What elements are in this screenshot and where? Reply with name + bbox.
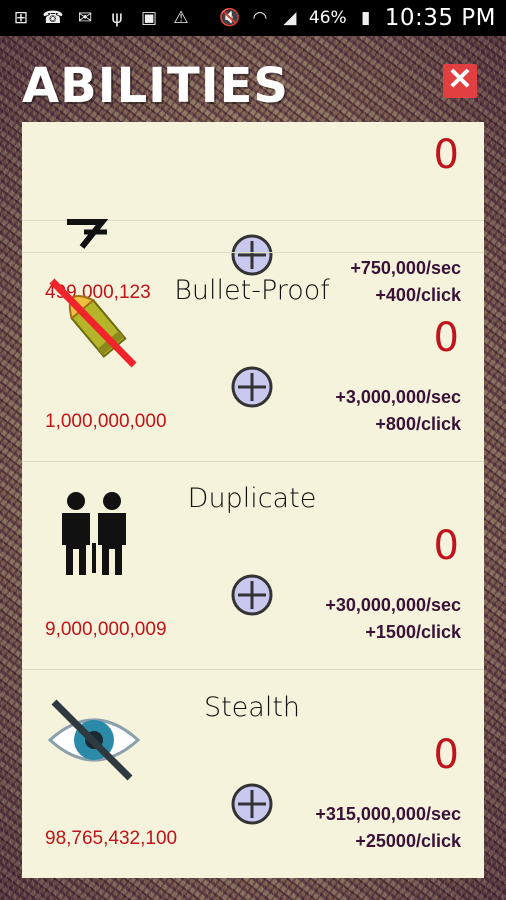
status-bar: ⊞ ☎ ✉ ψ ▣ ⚠ 🔇 ◠ ◢ 46% ▮ 10:35 PM: [0, 0, 506, 36]
battery-charging-icon: ▮: [361, 8, 371, 28]
add-ability-button[interactable]: [231, 366, 273, 408]
ability-row: Duplicate 0 9,000,000,009 +30,000,000/se…: [22, 461, 484, 670]
signal-icon: ◢: [283, 8, 297, 28]
abilities-list[interactable]: 0 499,000,123 +750,000/sec +400/click Bu…: [22, 122, 484, 878]
ability-level: 0: [433, 523, 459, 569]
ability-name: Bullet-Proof: [174, 275, 330, 306]
ability-level: 0: [433, 732, 459, 778]
ability-level: 0: [433, 315, 459, 361]
wifi-call-icon: ☎: [42, 8, 64, 28]
ability-name: Stealth: [203, 692, 301, 723]
status-icons-left: ⊞ ☎ ✉ ψ ▣ ⚠: [0, 8, 192, 28]
ability-per-click: +1500/click: [365, 622, 461, 642]
ability-per-sec: +3,000,000/sec: [335, 387, 461, 407]
ability-cost: 98,765,432,100: [45, 828, 178, 849]
ability-per-click: +25000/click: [355, 831, 461, 851]
usb-icon: ψ: [111, 8, 123, 28]
dash-arrow-icon: [67, 219, 109, 249]
bullet-crossed-icon: [49, 278, 137, 368]
ability-per-click: +800/click: [375, 414, 461, 434]
add-ability-button[interactable]: [231, 574, 273, 616]
ability-cost: 9,000,000,009: [45, 619, 167, 640]
ability-row: 0 499,000,123 +750,000/sec +400/click: [22, 122, 484, 305]
ability-level: 0: [433, 132, 459, 178]
plus-box-icon: ⊞: [13, 8, 29, 28]
ability-cost: 1,000,000,000: [45, 411, 167, 432]
clock: 10:35 PM: [384, 5, 496, 31]
clones-icon: [62, 492, 126, 575]
warning-icon: ⚠: [173, 8, 189, 28]
mute-icon: 🔇: [219, 8, 241, 28]
battery-percent: 46%: [308, 8, 347, 28]
image-icon: ▣: [140, 8, 158, 28]
ability-name: Duplicate: [187, 483, 317, 514]
ability-row: Stealth 0 98,765,432,100 +315,000,000/se…: [22, 670, 484, 878]
wifi-icon: ◠: [252, 8, 268, 28]
mail-icon: ✉: [77, 8, 93, 28]
page-title: ABILITIES: [22, 58, 289, 114]
ability-per-sec: +315,000,000/sec: [315, 804, 461, 824]
ability-per-sec: +30,000,000/sec: [325, 595, 461, 615]
ability-row: Bullet-Proof 0 1,000,000,000 +3,000,000/…: [22, 252, 484, 462]
close-button[interactable]: ✕: [443, 64, 477, 98]
eye-crossed-icon: [47, 699, 141, 781]
status-icons-right: 🔇 ◠ ◢ 46% ▮ 10:35 PM: [219, 5, 506, 31]
add-ability-button[interactable]: [231, 783, 273, 825]
